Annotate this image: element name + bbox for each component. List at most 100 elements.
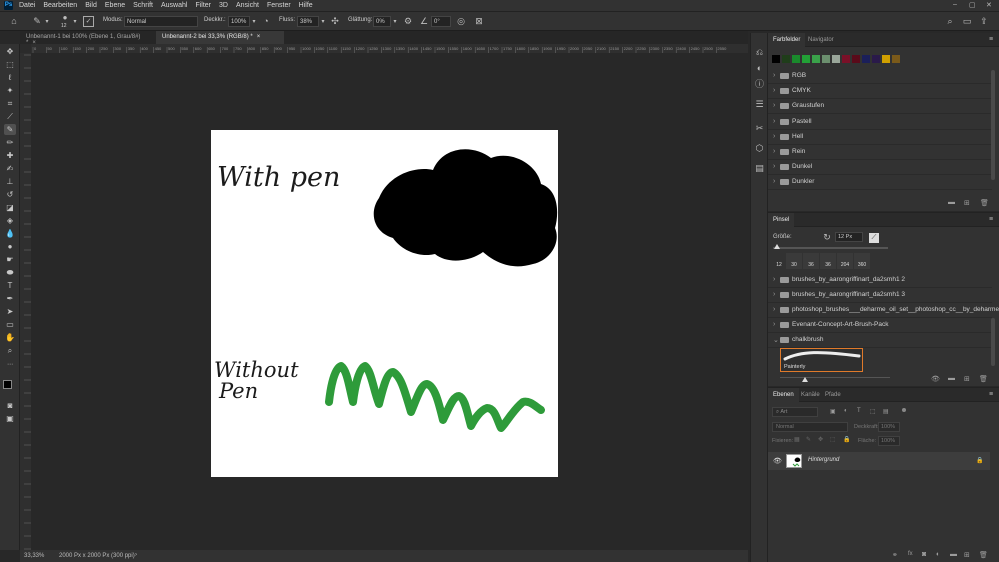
trash-icon[interactable]: 🗑 xyxy=(979,375,988,383)
3d-icon[interactable]: ⬡ xyxy=(754,143,765,153)
screen-mode-icon[interactable]: ▣ xyxy=(4,413,16,424)
rectangle-tool-icon[interactable]: ▭ xyxy=(4,319,16,330)
color-swatch[interactable] xyxy=(782,55,790,63)
maximize-icon[interactable]: ▢ xyxy=(969,1,976,9)
chevron-right-icon[interactable]: › xyxy=(135,552,137,558)
size-slider-handle[interactable] xyxy=(774,244,780,249)
angle-field[interactable]: 0° xyxy=(431,16,451,27)
zoom-level[interactable]: 33,33% xyxy=(24,553,44,559)
chevron-right-icon[interactable]: › xyxy=(773,178,775,185)
menu-hilfe[interactable]: Hilfe xyxy=(299,2,313,9)
color-swatch[interactable] xyxy=(792,55,800,63)
chevron-right-icon[interactable]: › xyxy=(773,118,775,125)
chevron-right-icon[interactable]: › xyxy=(773,87,775,94)
color-swatch[interactable] xyxy=(862,55,870,63)
paint-bucket-icon[interactable]: ◈ xyxy=(4,215,16,226)
swatch-group-graustufen[interactable]: › Graustufen xyxy=(768,99,992,115)
home-icon[interactable]: ⌂ xyxy=(8,16,20,26)
share-icon[interactable]: ⇪ xyxy=(979,16,989,26)
lasso-tool-icon[interactable]: ℓ xyxy=(4,72,16,83)
pressure-opacity-icon[interactable]: ◔ xyxy=(261,16,271,26)
swatch-group-dunkler[interactable]: › Dunkler xyxy=(768,175,992,191)
dodge-tool-icon[interactable]: ● xyxy=(4,241,16,252)
size-slider[interactable] xyxy=(773,247,888,249)
zoom-tool-icon[interactable]: ⌕ xyxy=(4,345,16,356)
chevron-right-icon[interactable]: › xyxy=(773,163,775,170)
type-filter-icon[interactable]: T xyxy=(857,408,861,414)
symmetry-icon[interactable]: ⊠ xyxy=(474,16,484,26)
flow-field[interactable]: 38% xyxy=(297,16,319,27)
chevron-right-icon[interactable]: › xyxy=(773,72,775,79)
swatch-group-rgb[interactable]: › RGB xyxy=(768,69,992,84)
opacity-field[interactable]: 100% xyxy=(228,16,250,27)
brush-tip[interactable]: 12 xyxy=(771,253,787,269)
preview-size-handle[interactable] xyxy=(802,377,808,382)
blur-tool-icon[interactable]: 💧 xyxy=(4,228,16,239)
pencil-tool-icon[interactable]: ✏ xyxy=(4,137,16,148)
brush-scrollbar[interactable] xyxy=(991,318,995,366)
size-field[interactable]: 12 Px xyxy=(835,232,863,242)
history-brush-icon[interactable]: ↺ xyxy=(4,189,16,200)
minimize-icon[interactable]: – xyxy=(953,1,957,8)
eraser-tool-icon[interactable]: ◪ xyxy=(4,202,16,213)
close-icon[interactable]: ✕ xyxy=(986,1,992,9)
lock-pixels-icon[interactable]: ✎ xyxy=(806,436,811,443)
layer-filter-select[interactable]: ⌕ Art xyxy=(772,407,818,417)
paths-icon[interactable]: ▤ xyxy=(754,163,765,173)
color-swatch[interactable] xyxy=(832,55,840,63)
chevron-icon[interactable]: › xyxy=(773,321,775,328)
chevron-down-icon[interactable]: ▾ xyxy=(44,17,50,27)
brush-tip[interactable]: 36 xyxy=(820,253,836,269)
fx-icon[interactable]: fx xyxy=(908,551,913,557)
tab-document-1[interactable]: Unbenannt-1 bei 100% (Ebene 1, Grau/8#) … xyxy=(20,31,156,46)
swatch-group-hell[interactable]: › Hell xyxy=(768,130,992,145)
brush-folder[interactable]: › brushes_by_aarongriffinart_da2smh1 2 xyxy=(768,273,992,288)
chevron-down-icon[interactable]: ▾ xyxy=(320,17,326,27)
swatch-group-rein[interactable]: › Rein xyxy=(768,145,992,160)
selected-brush[interactable]: Painterly xyxy=(780,348,863,372)
smudge-tool-icon[interactable]: ☛ xyxy=(4,254,16,265)
blend-mode-select[interactable]: Normal xyxy=(772,422,848,432)
menu-ansicht[interactable]: Ansicht xyxy=(236,2,259,9)
menu-schrift[interactable]: Schrift xyxy=(133,2,153,9)
clone-stamp-icon[interactable]: ⊥ xyxy=(4,176,16,187)
color-swatch[interactable] xyxy=(772,55,780,63)
mask-icon[interactable]: ◙ xyxy=(922,551,926,558)
chevron-icon[interactable]: › xyxy=(773,291,775,298)
layer-comps-icon[interactable]: ◐ xyxy=(754,63,765,73)
pixel-filter-icon[interactable]: ▣ xyxy=(830,408,836,415)
tab-layers[interactable]: Ebenen xyxy=(768,388,799,402)
menu-fenster[interactable]: Fenster xyxy=(267,2,291,9)
lock-artboard-icon[interactable]: ⬚ xyxy=(830,436,836,443)
properties-icon[interactable]: ☰ xyxy=(754,99,765,109)
sponge-tool-icon[interactable]: ⬬ xyxy=(4,267,16,278)
path-selection-icon[interactable]: ➤ xyxy=(4,306,16,317)
gear-icon[interactable]: ⚙ xyxy=(403,16,413,26)
new-brush-icon[interactable]: ⊞ xyxy=(964,375,970,383)
brush-tip[interactable]: 30 xyxy=(786,253,802,269)
brush-tip[interactable]: 360 xyxy=(854,253,870,269)
brush-tool-icon[interactable]: ✍ xyxy=(4,163,16,174)
folder-icon[interactable]: ▬ xyxy=(948,375,955,382)
chevron-right-icon[interactable]: › xyxy=(773,133,775,140)
trash-icon[interactable]: 🗑 xyxy=(980,199,989,207)
brush-preset-icon[interactable]: ● xyxy=(60,13,70,23)
lock-position-icon[interactable]: ✥ xyxy=(818,436,823,443)
menu-bearbeiten[interactable]: Bearbeiten xyxy=(43,2,77,9)
preview-size-slider[interactable] xyxy=(780,377,890,378)
folder-icon[interactable]: ▬ xyxy=(948,199,955,206)
chevron-right-icon[interactable]: › xyxy=(773,102,775,109)
tab-navigator[interactable]: Navigator xyxy=(803,33,839,47)
eye-icon[interactable]: 👁 xyxy=(773,457,782,465)
adjustment-icon[interactable]: ◐ xyxy=(936,551,940,558)
color-swatch[interactable] xyxy=(892,55,900,63)
color-swatch[interactable] xyxy=(822,55,830,63)
airbrush-icon[interactable]: ✣ xyxy=(330,16,340,26)
menu-bild[interactable]: Bild xyxy=(85,2,97,9)
layer-row-background[interactable]: 👁 Hintergrund 🔒 xyxy=(768,452,990,470)
tab-paths[interactable]: Pfade xyxy=(820,388,846,402)
pressure-size-icon[interactable]: ◎ xyxy=(456,16,466,26)
layer-fill-field[interactable]: 100% xyxy=(878,436,900,446)
adjustment-filter-icon[interactable]: ◐ xyxy=(844,408,848,414)
panel-menu-icon[interactable]: ≡ xyxy=(986,35,996,45)
